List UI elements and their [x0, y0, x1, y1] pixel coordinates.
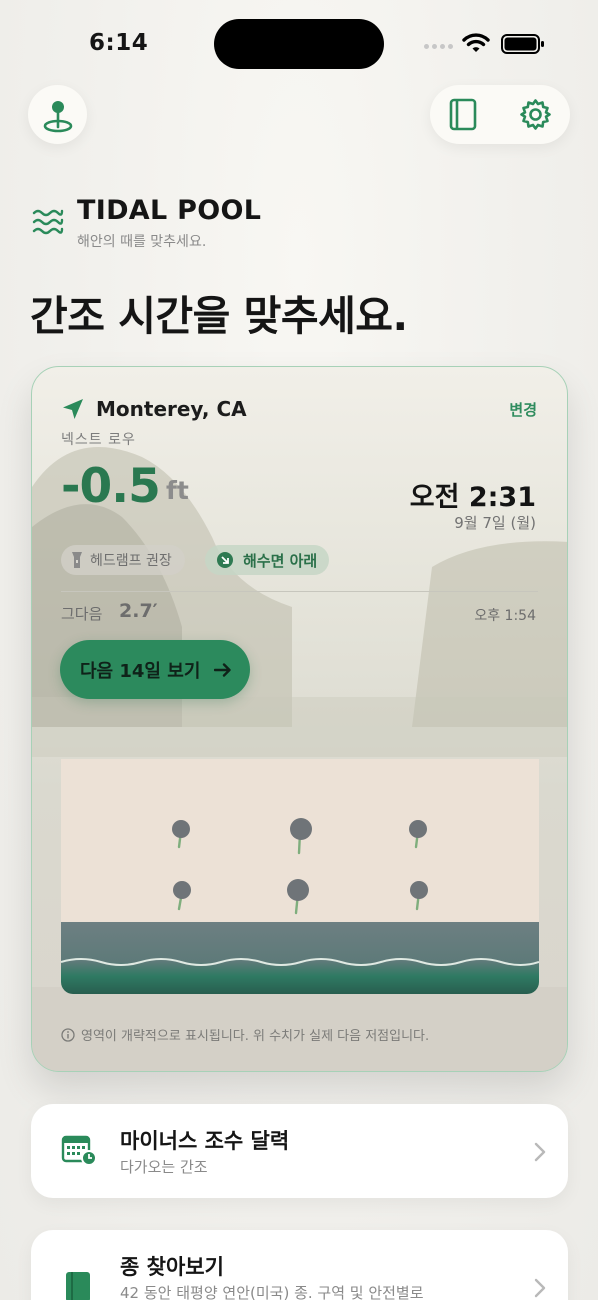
location-arrow-icon [63, 399, 83, 419]
tide-height-unit: ft [166, 476, 189, 505]
wifi-icon [462, 33, 490, 52]
species-browse-title: 종 찾아보기 [120, 1255, 224, 1279]
status-time: 6:14 [89, 30, 149, 56]
card-footnote: 영역이 개략적으로 표시됩니다. 위 수치가 실제 다음 저점입니다. [61, 1025, 429, 1044]
minus-tide-calendar-subtitle: 다가오는 간조 [120, 1158, 208, 1176]
info-icon [61, 1027, 75, 1042]
below-sea-level-chip: 해수면 아래 [205, 545, 330, 575]
next-tide-time: 오후 1:54 [474, 608, 536, 624]
minus-tide-calendar-title: 마이너스 조수 달력 [120, 1129, 290, 1153]
card-divider [61, 591, 538, 592]
sea-water-illustration [61, 922, 539, 994]
minus-tide-calendar-card[interactable]: 마이너스 조수 달력 다가오는 간조 [31, 1104, 568, 1198]
next-tide-label: 그다음 [61, 605, 103, 623]
headlamp-chip: 헤드램프 권장 [61, 545, 185, 575]
intertidal-zone-illustration [61, 759, 539, 994]
battery-icon [501, 34, 544, 54]
map-pin-icon [43, 100, 72, 132]
dynamic-island [214, 19, 384, 69]
location-name: Monterey, CA [96, 397, 247, 421]
chevron-right-icon [534, 1278, 546, 1298]
card-footnote-text: 영역이 개략적으로 표시됩니다. 위 수치가 실제 다음 저점입니다. [81, 1029, 430, 1044]
guide-book-button[interactable] [446, 98, 479, 131]
low-tide-date: 9월 7일 (월) [454, 514, 536, 532]
app-tagline: 해안의 때를 맞추세요. [77, 234, 207, 250]
gear-icon [520, 99, 551, 130]
low-tide-time: 오전 2:31 [409, 482, 536, 513]
map-pin-button[interactable] [28, 85, 87, 144]
headlamp-chip-label: 헤드램프 권장 [90, 553, 172, 569]
top-actions-pill [430, 85, 570, 144]
settings-button[interactable] [519, 98, 552, 131]
next-low-tide-card: Monterey, CA 변경 넥스트 로우 -0.5 ft 오전 2:31 9… [31, 366, 568, 1072]
signal-icon [424, 44, 453, 49]
view-14-days-button[interactable]: 다음 14일 보기 [60, 640, 250, 699]
book-icon [66, 1272, 90, 1300]
tide-height-value: -0.5 [61, 459, 161, 514]
species-browse-card[interactable]: 종 찾아보기 42 동안 태평양 연안(미국) 종. 구역 및 안전별로 [31, 1230, 568, 1300]
next-low-label: 넥스트 로우 [61, 432, 136, 448]
waves-icon [32, 209, 64, 235]
next-tide-height: 2.7′ [119, 600, 158, 622]
view-14-days-label: 다음 14일 보기 [80, 660, 201, 682]
page-headline: 간조 시간을 맞추세요. [30, 292, 408, 340]
arrow-down-right-icon [217, 552, 233, 568]
arrow-right-icon [214, 662, 232, 677]
flashlight-icon [72, 552, 82, 568]
species-browse-subtitle: 42 동안 태평양 연안(미국) 종. 구역 및 안전별로 [120, 1284, 424, 1300]
chevron-right-icon [534, 1142, 546, 1162]
change-location-link[interactable]: 변경 [509, 399, 537, 420]
status-bar: 6:14 [0, 0, 598, 90]
book-icon [449, 98, 476, 131]
app-name: TIDAL POOL [77, 195, 262, 226]
below-sea-level-chip-label: 해수면 아래 [243, 551, 318, 570]
calendar-clock-icon [61, 1135, 97, 1166]
